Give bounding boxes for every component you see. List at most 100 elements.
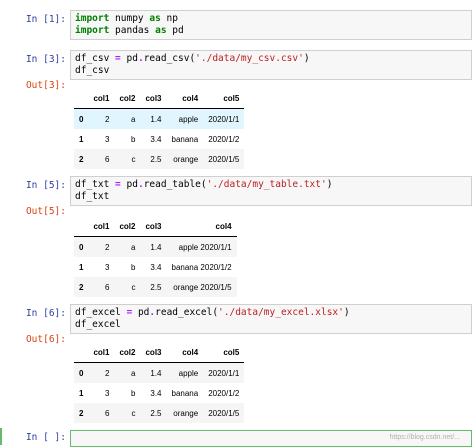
code-input[interactable]: import numpy as np import pandas as pd <box>70 10 472 40</box>
table-cell: orange <box>173 408 199 418</box>
table-cell: orange <box>173 154 199 164</box>
code-input[interactable]: df_txt = pd.read_table('./data/my_table.… <box>70 176 472 206</box>
code-token: df_txt <box>75 179 116 190</box>
table-row: 0 2 a 1.4 apple 2020/1/1 <box>74 108 245 129</box>
table-header-row: col1 col2 col3 col4 col5 <box>74 342 245 363</box>
table-row: 1 3 b 3.4 banana 2020/1/2 <box>74 129 244 149</box>
code-line: df_csv = pd.read_csv('./data/my_csv.csv'… <box>75 53 467 65</box>
out-prompt: Out[3]: <box>25 80 66 91</box>
code-input[interactable]: df_csv = pd.read_csv('./data/my_csv.csv'… <box>70 50 472 80</box>
column-header: col5 <box>203 342 245 363</box>
table-cell: 6 <box>105 408 110 418</box>
table-cell: apple 2020/1/1 <box>178 242 232 252</box>
table-cell: b <box>131 134 136 144</box>
table-cell: 3 <box>105 262 110 272</box>
in-prompt: In [5]: <box>25 180 66 191</box>
column-header: col3 <box>140 88 167 109</box>
code-input[interactable]: df_excel = pd.read_excel('./data/my_exce… <box>70 304 472 334</box>
table-cell: apple <box>178 114 199 124</box>
table-cell: a <box>131 114 136 124</box>
table-cell: 2020/1/5 <box>208 408 240 418</box>
code-line: df_excel = pd.read_excel('./data/my_exce… <box>75 307 467 319</box>
table-cell: 1.4 <box>150 242 162 252</box>
code-token: './data/my_excel.xlsx' <box>218 307 344 318</box>
code-token: './data/my_table.txt' <box>206 179 327 190</box>
table-cell: 2.5 <box>150 154 162 164</box>
table-cell: 3 <box>105 388 110 398</box>
table-row: 0 2 a 1.4 apple 2020/1/1 <box>74 362 245 383</box>
watermark-text: https://blog.csdn.net/... <box>389 434 460 441</box>
table-row: 2 6 c 2.5 orange 2020/1/5 <box>74 277 237 297</box>
out-prompt: Out[6]: <box>25 334 66 345</box>
table-cell: 2 <box>105 242 110 252</box>
table-cell: 2020/1/2 <box>208 134 240 144</box>
table-cell: 2 <box>105 114 110 124</box>
table-cell: b <box>131 262 136 272</box>
table-cell: banana 2020/1/2 <box>171 262 232 272</box>
column-header: col1 <box>88 342 115 363</box>
code-token: read_excel( <box>155 307 219 318</box>
column-header: col2 <box>114 342 141 363</box>
table-cell: 3.4 <box>150 262 162 272</box>
table-cell: 3 <box>105 134 110 144</box>
code-token: pd <box>166 25 184 36</box>
row-index: 0 <box>79 368 84 378</box>
table-cell: b <box>131 388 136 398</box>
in-prompt: In [6]: <box>25 308 66 319</box>
table-cell: banana <box>171 388 199 398</box>
code-line: df_txt = pd.read_table('./data/my_table.… <box>75 179 467 191</box>
column-header <box>74 88 89 109</box>
table-row: 2 6 c 2.5 orange 2020/1/5 <box>74 149 245 169</box>
code-token: as <box>149 13 161 24</box>
column-header: col2 <box>114 88 141 109</box>
code-cell-2[interactable]: In [3]: df_csv = pd.read_csv('./data/my_… <box>0 50 474 184</box>
row-index: 2 <box>79 408 84 418</box>
row-index: 1 <box>79 388 84 398</box>
table-header-row: col1 col2 col3 col4 <box>74 216 237 237</box>
code-token: ) <box>303 53 310 64</box>
table-cell: 2020/1/1 <box>208 114 240 124</box>
table-cell: a <box>131 368 136 378</box>
column-header: col4 <box>166 216 237 237</box>
table-cell: a <box>131 242 136 252</box>
code-token: ) <box>326 179 333 190</box>
code-token: np <box>160 13 178 24</box>
code-token: df_txt <box>75 191 110 202</box>
table-cell: 3.4 <box>150 134 162 144</box>
table-cell: 2 <box>105 368 110 378</box>
row-index: 0 <box>79 242 84 252</box>
dataframe-table: col1 col2 col3 col4 col5 0 2 a 1.4 apple 2020/1/1 1… <box>74 88 245 189</box>
table-row: 1 3 b 3.4 banana 2020/1/2 <box>74 383 244 403</box>
table-header-row: col1 col2 col3 col4 col5 <box>74 88 245 109</box>
row-index: 2 <box>79 154 84 164</box>
code-token: df_excel <box>75 319 121 330</box>
column-header: col1 <box>88 88 115 109</box>
table-cell: 1.4 <box>150 368 162 378</box>
code-token: import <box>75 13 110 24</box>
code-line: df_txt <box>75 191 467 203</box>
code-token: df_csv <box>75 53 116 64</box>
dataframe-table: col1 col2 col3 col4 0 2 a 1.4 apple 2020/1/1 1 3 b 3… <box>74 216 237 317</box>
column-header <box>74 216 89 237</box>
code-cell-1[interactable]: In [1]: import numpy as np import pandas … <box>0 10 474 42</box>
column-header: col3 <box>140 342 167 363</box>
code-line: df_csv <box>75 65 467 77</box>
code-token: ) <box>343 307 350 318</box>
table-cell: c <box>131 282 136 292</box>
code-cell-3[interactable]: In [5]: df_txt = pd.read_table('./data/m… <box>0 176 474 312</box>
code-token: './data/my_csv.csv' <box>195 53 304 64</box>
column-header: col4 <box>166 88 204 109</box>
code-cell-4[interactable]: In [6]: df_excel = pd.read_excel('./data… <box>0 304 474 438</box>
row-index: 2 <box>79 282 84 292</box>
table-cell: 3.4 <box>150 388 162 398</box>
code-token: pd <box>132 307 150 318</box>
table-cell: c <box>131 408 136 418</box>
code-token: numpy <box>109 13 150 24</box>
row-index: 1 <box>79 134 84 144</box>
code-token: df_excel <box>75 307 127 318</box>
table-cell: 2020/1/5 <box>208 154 240 164</box>
in-prompt: In [3]: <box>25 54 66 65</box>
column-header: col5 <box>203 88 245 109</box>
table-row: 1 3 b 3.4 banana 2020/1/2 <box>74 257 237 277</box>
column-header <box>74 342 89 363</box>
